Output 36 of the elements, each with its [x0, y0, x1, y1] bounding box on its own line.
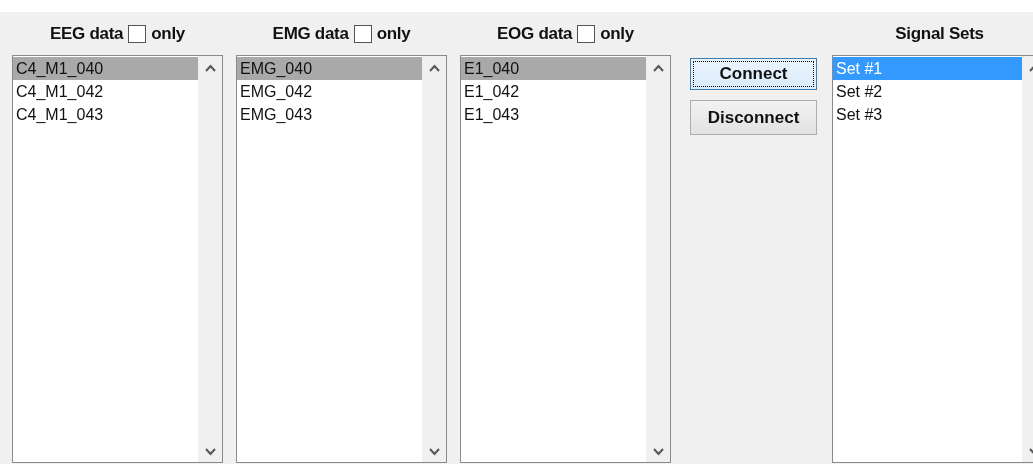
only-checkbox[interactable]: [577, 24, 596, 43]
list-item[interactable]: C4_M1_043: [13, 103, 198, 126]
list-item[interactable]: C4_M1_042: [13, 80, 198, 103]
checkbox-label: only: [600, 23, 634, 44]
list-item[interactable]: E1_043: [461, 103, 646, 126]
list-title: Signal Sets: [895, 23, 984, 44]
scroll-down-icon[interactable]: [652, 448, 664, 456]
list-item[interactable]: Set #2: [833, 80, 1022, 103]
list-item[interactable]: E1_042: [461, 80, 646, 103]
list-item[interactable]: EMG_042: [237, 80, 422, 103]
list-box[interactable]: Set #1 Set #2 Set #3: [832, 55, 1033, 463]
list-title: EEG data: [50, 23, 124, 44]
connect-button[interactable]: Connect: [690, 58, 817, 90]
list-box[interactable]: C4_M1_040 C4_M1_042 C4_M1_043: [12, 55, 223, 463]
list-title: EMG data: [272, 23, 349, 44]
list-item[interactable]: E1_040: [461, 57, 646, 80]
list-item[interactable]: C4_M1_040: [13, 57, 198, 80]
disconnect-button[interactable]: Disconnect: [690, 100, 817, 135]
list-item[interactable]: Set #3: [833, 103, 1022, 126]
list-box[interactable]: E1_040 E1_042 E1_043: [460, 55, 671, 463]
list-box[interactable]: EMG_040 EMG_042 EMG_043: [236, 55, 447, 463]
scrollbar[interactable]: [422, 56, 446, 462]
list-title: EOG data: [497, 23, 573, 44]
scrollbar[interactable]: [646, 56, 670, 462]
only-checkbox[interactable]: [353, 24, 372, 43]
list-item[interactable]: EMG_040: [237, 57, 422, 80]
scroll-up-icon[interactable]: [204, 64, 216, 72]
scroll-up-icon[interactable]: [428, 64, 440, 72]
only-checkbox[interactable]: [128, 24, 147, 43]
list-item[interactable]: EMG_043: [237, 103, 422, 126]
scrollbar[interactable]: [198, 56, 222, 462]
checkbox-label: only: [376, 23, 411, 44]
scroll-up-icon[interactable]: [652, 64, 664, 72]
scroll-down-icon[interactable]: [428, 448, 440, 456]
scroll-down-icon[interactable]: [204, 448, 216, 456]
checkbox-label: only: [151, 23, 185, 44]
